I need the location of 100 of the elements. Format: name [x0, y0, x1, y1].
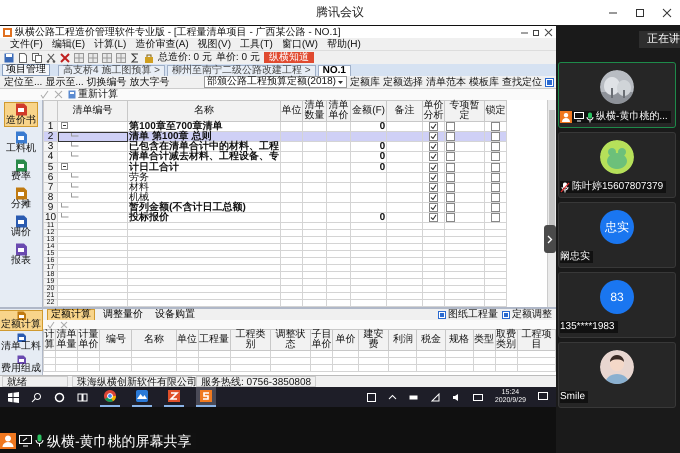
checkbox[interactable] — [446, 142, 456, 152]
tab[interactable]: NO.1 — [318, 65, 351, 76]
notification-icon[interactable] — [538, 392, 548, 402]
toolbar-button[interactable]: 定位至... — [4, 76, 42, 88]
checkbox[interactable] — [429, 142, 438, 152]
sum-icon[interactable] — [130, 52, 140, 62]
checkbox[interactable] — [446, 132, 456, 142]
checkbox[interactable] — [446, 122, 456, 131]
battery-icon[interactable] — [408, 392, 419, 402]
help-button[interactable]: 纵横知道 — [264, 52, 314, 63]
taskbar-app[interactable] — [164, 387, 184, 408]
scissors-icon[interactable] — [46, 52, 56, 62]
menu-item[interactable]: 视图(V) — [198, 38, 232, 50]
table-row[interactable]: 5 计日工合计 0 — [44, 162, 507, 172]
table-row[interactable]: 10 投标报价 0 — [44, 212, 507, 223]
toolbar-button[interactable]: 放大字号 — [130, 76, 170, 88]
taskbar-app[interactable] — [196, 387, 216, 408]
menu-item[interactable]: 文件(F) — [10, 38, 43, 50]
sidebar-item[interactable]: 定额计算 — [0, 310, 43, 332]
close-icon[interactable] — [662, 8, 672, 18]
table-row[interactable]: 3 已包含在清单合计中的材料、工程 0 — [44, 142, 507, 152]
check-icon[interactable] — [47, 320, 55, 329]
toolbar-button[interactable]: 定额选择 — [383, 76, 423, 88]
tab[interactable]: 调整量价 — [99, 308, 147, 321]
keyboard-icon[interactable] — [472, 392, 483, 402]
toolbar-button[interactable]: 定额调整 — [502, 309, 552, 320]
participant-tile[interactable]: 83 135****1983 — [558, 272, 676, 338]
menu-item[interactable]: 造价审查(A) — [135, 38, 189, 50]
check-icon[interactable] — [40, 90, 49, 99]
chevron-up-icon[interactable] — [388, 392, 397, 402]
checkbox[interactable] — [491, 132, 500, 142]
windows-icon[interactable] — [8, 392, 19, 403]
tray-icon[interactable] — [366, 392, 376, 402]
tab[interactable]: 设备购置 — [151, 308, 199, 321]
maximize-icon[interactable] — [635, 8, 645, 18]
quota-select[interactable]: 部颁公路工程预算定额(2018) — [204, 76, 347, 88]
collapse-icon[interactable] — [61, 162, 68, 170]
panel-toggle-button[interactable] — [544, 225, 556, 253]
participant-tile[interactable]: 陈叶婷15607807379 — [558, 132, 676, 198]
close-icon[interactable] — [544, 28, 553, 36]
menu-item[interactable]: 工具(T) — [240, 38, 273, 50]
sidebar-item[interactable]: 费用组成 — [0, 354, 43, 376]
toolbar-button[interactable]: 显示至... — [45, 76, 84, 88]
checkbox[interactable] — [429, 203, 438, 212]
checkbox[interactable] — [429, 213, 438, 222]
sidebar-item[interactable]: 分摊 — [9, 186, 33, 211]
restore-icon[interactable] — [532, 28, 541, 36]
checkbox[interactable] — [446, 213, 456, 222]
checkbox[interactable] — [491, 152, 500, 162]
toolbar-button[interactable]: 图纸工程量 — [438, 309, 498, 320]
checkbox[interactable] — [429, 152, 438, 162]
menu-item[interactable]: 帮助(H) — [326, 38, 361, 50]
menu-item[interactable]: 编辑(E) — [52, 38, 86, 50]
taskbar-app[interactable] — [132, 387, 152, 408]
participant-tile[interactable]: 纵横-黄巾桃的... — [558, 62, 676, 128]
sidebar-item[interactable]: 报表 — [9, 242, 33, 267]
toolbar-button[interactable]: 查找定位 — [502, 76, 542, 88]
checkbox[interactable] — [429, 132, 438, 142]
taskbar-app[interactable] — [100, 387, 120, 408]
checkbox[interactable] — [429, 122, 438, 131]
toolbar-button[interactable]: 清单范本 — [426, 76, 466, 88]
search-icon[interactable] — [31, 392, 42, 403]
tab[interactable]: 定额计算 — [47, 308, 95, 321]
checkbox[interactable] — [491, 213, 500, 222]
project-manager-button[interactable]: 项目管理 — [2, 64, 50, 76]
copy-icon[interactable] — [32, 52, 42, 62]
participant-tile[interactable]: 忠实 阚忠实 — [558, 202, 676, 268]
save-icon[interactable] — [4, 52, 14, 62]
sidebar-item[interactable]: 调价 — [9, 214, 33, 239]
sidebar-item[interactable]: 清单工料 — [0, 332, 43, 354]
table-row[interactable]: 4 清单合计减去材料、工程设备、专 0 — [44, 152, 507, 162]
checkbox[interactable] — [446, 152, 456, 162]
delete-icon[interactable] — [60, 52, 70, 62]
toolbar-button[interactable]: 模板库 — [469, 76, 499, 88]
tab[interactable]: 高支桥4 施工图预算 > — [58, 65, 165, 76]
toolbar-button[interactable]: 切换编号 — [86, 76, 127, 88]
circle-icon[interactable] — [54, 392, 65, 403]
menu-item[interactable]: 窗口(W) — [282, 38, 318, 50]
tab[interactable]: 柳州至南宁二级公路改建工程 > — [166, 65, 316, 76]
menu-item[interactable]: 计算(L) — [94, 38, 126, 50]
sidebar-item[interactable]: 造价书 — [4, 102, 38, 127]
toolbar-button[interactable]: 定额库 — [350, 76, 380, 88]
checkbox[interactable] — [491, 122, 500, 131]
checkbox[interactable] — [491, 142, 500, 152]
network-icon[interactable] — [430, 392, 440, 402]
sidebar-item[interactable]: 费率 — [9, 158, 33, 183]
panel-icon[interactable] — [545, 78, 554, 86]
lock-icon[interactable] — [144, 52, 154, 62]
table-row[interactable]: 9 暂列金额(不含计日工总额) — [44, 202, 507, 213]
sidebar-item[interactable]: 工料机 — [4, 130, 38, 155]
table-row[interactable]: 6 劳务 — [44, 172, 507, 182]
speaker-icon[interactable] — [452, 392, 461, 402]
checkbox[interactable] — [491, 203, 500, 212]
table-row[interactable]: 7 材料 — [44, 182, 507, 192]
checkbox[interactable] — [446, 203, 456, 212]
collapse-icon[interactable] — [61, 122, 68, 130]
task-view-icon[interactable] — [77, 392, 88, 403]
table-row[interactable]: 2 清单 第100章 总则 — [44, 132, 507, 142]
participant-tile[interactable]: Smile — [558, 342, 676, 408]
recalculate-button[interactable]: 重新计算 — [68, 89, 118, 100]
